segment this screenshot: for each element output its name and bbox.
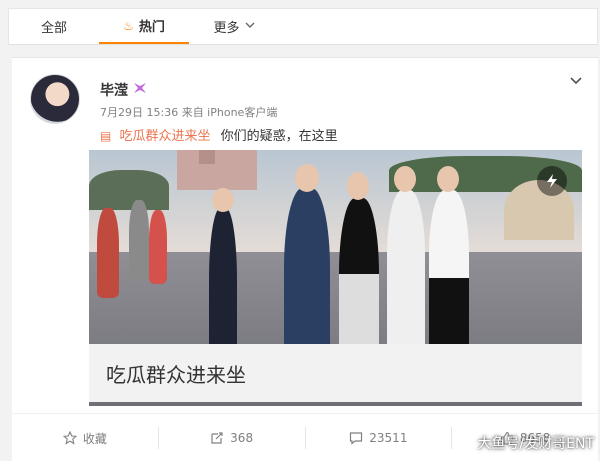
post-text: ▤ 吃瓜群众进来坐 你们的疑惑，在这里 (100, 125, 338, 144)
favorite-label: 收藏 (82, 431, 107, 446)
avatar[interactable] (30, 74, 80, 124)
tab-all-label: 全部 (40, 21, 67, 36)
fire-icon: ♨ (123, 18, 134, 33)
flash-icon[interactable] (537, 166, 567, 196)
media-caption[interactable]: 吃瓜群众进来坐 (89, 344, 582, 402)
tab-hot-label: 热门 (138, 20, 165, 35)
topic-link[interactable]: 吃瓜群众进来坐 (119, 129, 210, 144)
expand-icon[interactable] (568, 72, 584, 88)
vip-icon[interactable] (132, 80, 148, 96)
top-tab-bar: 全部 ♨ 热门 更多 (8, 8, 598, 45)
tab-more[interactable]: 更多 (189, 9, 279, 44)
comment-icon (350, 432, 363, 445)
comment-count: 23511 (369, 431, 408, 445)
repost-count: 368 (230, 431, 254, 445)
post-username[interactable]: 毕滢 (100, 80, 128, 100)
post-card: 毕滢 7月29日 15:36 来自 iPhone客户端 ▤ 吃瓜群众进来坐 你们… (12, 57, 598, 461)
repost-button[interactable]: 368 (157, 427, 305, 449)
chevron-down-icon (245, 21, 255, 32)
tab-all[interactable]: 全部 (9, 9, 99, 44)
comment-button[interactable]: 23511 (304, 427, 452, 449)
repost-icon (211, 432, 223, 444)
star-icon (62, 431, 77, 445)
tab-hot[interactable]: ♨ 热门 (99, 9, 189, 44)
tab-more-label: 更多 (213, 21, 240, 36)
site-watermark: 大鱼号/发财哥ENT (477, 436, 594, 452)
favorite-button[interactable]: 收藏 (12, 427, 158, 449)
post-body-text: 你们的疑惑，在这里 (220, 129, 338, 144)
doc-icon: ▤ (100, 129, 112, 143)
post-meta: 7月29日 15:36 来自 iPhone客户端 (100, 106, 278, 119)
